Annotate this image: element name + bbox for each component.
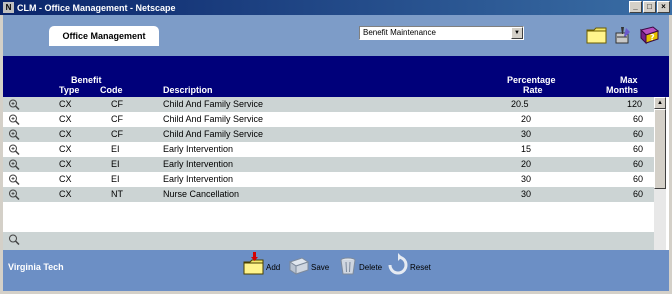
cell-months: 60 xyxy=(633,174,644,184)
col-code: Code xyxy=(100,85,123,95)
cell-type: CX xyxy=(59,129,72,139)
tab-office-management[interactable]: Office Management xyxy=(49,26,159,46)
cell-months: 120 xyxy=(627,99,643,109)
cell-code: EI xyxy=(111,174,120,184)
tools-icon[interactable] xyxy=(612,25,634,45)
col-benefit-group: Benefit xyxy=(71,75,102,85)
table-row[interactable]: CX CF Child And Family Service 30 60 xyxy=(3,127,654,142)
cell-type: CX xyxy=(59,189,72,199)
cell-code: CF xyxy=(111,114,123,124)
cell-code: CF xyxy=(111,99,123,109)
cell-description: Early Intervention xyxy=(163,159,234,169)
cell-code: EI xyxy=(111,144,120,154)
reset-icon xyxy=(388,253,408,275)
cell-rate: 20.5 xyxy=(511,99,529,109)
table-row[interactable]: CX EI Early Intervention 20 60 xyxy=(3,157,654,172)
col-rate: Rate xyxy=(523,85,543,95)
folder-icon[interactable] xyxy=(586,25,608,45)
add-button[interactable]: Add xyxy=(243,252,280,276)
cell-code: EI xyxy=(111,159,120,169)
magnifier-icon[interactable] xyxy=(8,174,20,185)
cell-description: Early Intervention xyxy=(163,144,234,154)
minimize-button[interactable]: _ xyxy=(629,1,642,13)
table-row[interactable]: CX EI Early Intervention 15 60 xyxy=(3,142,654,157)
page-footer: Virginia Tech Add Save Delete Reset xyxy=(3,250,669,291)
save-icon xyxy=(288,257,310,275)
magnifier-icon[interactable] xyxy=(8,159,20,170)
window-titlebar: N CLM - Office Management - Netscape _ □… xyxy=(0,0,672,15)
close-button[interactable]: × xyxy=(657,1,670,13)
cell-description: Child And Family Service xyxy=(163,129,264,139)
cell-rate: 30 xyxy=(521,174,532,184)
magnifier-icon[interactable] xyxy=(8,189,20,200)
cell-description: Child And Family Service xyxy=(163,99,264,109)
svg-text:?: ? xyxy=(650,33,655,42)
table-row[interactable]: CX EI Early Intervention 30 60 xyxy=(3,172,654,187)
cell-type: CX xyxy=(59,159,72,169)
table-row[interactable]: CX CF Child And Family Service 20 60 xyxy=(3,112,654,127)
delete-button[interactable]: Delete xyxy=(338,252,382,276)
scroll-thumb[interactable] xyxy=(654,109,666,189)
cell-months: 60 xyxy=(633,114,644,124)
organization-label: Virginia Tech xyxy=(8,262,64,272)
trash-icon xyxy=(340,257,356,275)
header-band xyxy=(3,56,669,73)
cell-type: CX xyxy=(59,99,72,109)
cell-rate: 30 xyxy=(521,129,532,139)
col-type: Type xyxy=(59,85,80,95)
module-select-value: Benefit Maintenance xyxy=(363,28,436,37)
save-label: Save xyxy=(311,263,330,272)
col-percentage: Percentage xyxy=(507,75,556,85)
magnifier-icon[interactable] xyxy=(8,234,20,245)
cell-type: CX xyxy=(59,144,72,154)
add-label: Add xyxy=(266,263,281,272)
cell-months: 60 xyxy=(633,189,644,199)
cell-rate: 20 xyxy=(521,159,532,169)
col-months: Months xyxy=(606,85,638,95)
add-folder-icon xyxy=(243,252,264,275)
cell-months: 60 xyxy=(633,159,644,169)
table-row-partial xyxy=(3,232,654,250)
reset-button[interactable]: Reset xyxy=(387,252,431,276)
netscape-icon: N xyxy=(3,2,14,13)
magnifier-icon[interactable] xyxy=(8,99,20,110)
cell-description: Nurse Cancellation xyxy=(163,189,240,199)
cell-rate: 20 xyxy=(521,114,532,124)
table-header: Benefit Type Code Description Percentage… xyxy=(3,73,669,97)
col-max: Max xyxy=(620,75,638,85)
cell-type: CX xyxy=(59,114,72,124)
save-button[interactable]: Save xyxy=(288,252,329,276)
col-description: Description xyxy=(163,85,213,95)
cell-rate: 15 xyxy=(521,144,532,154)
cell-description: Early Intervention xyxy=(163,174,234,184)
benefit-table: CX CF Child And Family Service 20.5 120 … xyxy=(3,97,654,210)
table-row[interactable]: CX NT Nurse Cancellation 30 60 xyxy=(3,187,654,202)
reset-label: Reset xyxy=(410,263,431,272)
cell-type: CX xyxy=(59,174,72,184)
cell-description: Child And Family Service xyxy=(163,114,264,124)
obscured-area xyxy=(3,202,654,232)
table-row[interactable]: CX CF Child And Family Service 20.5 120 xyxy=(3,97,654,112)
delete-label: Delete xyxy=(359,263,383,272)
cell-code: NT xyxy=(111,189,123,199)
scroll-up-icon[interactable]: ▲ xyxy=(654,97,666,109)
cell-months: 60 xyxy=(633,144,644,154)
cell-months: 60 xyxy=(633,129,644,139)
page-header: Office Management Benefit Maintenance ▼ … xyxy=(3,15,669,56)
magnifier-icon[interactable] xyxy=(8,144,20,155)
help-book-icon[interactable]: ? xyxy=(638,25,660,45)
window-controls: _ □ × xyxy=(629,1,670,13)
chevron-down-icon[interactable]: ▼ xyxy=(511,27,523,39)
window-title: CLM - Office Management - Netscape xyxy=(17,2,176,13)
module-select[interactable]: Benefit Maintenance ▼ xyxy=(359,26,524,40)
magnifier-icon[interactable] xyxy=(8,114,20,125)
maximize-button[interactable]: □ xyxy=(643,1,656,13)
cell-rate: 30 xyxy=(521,189,532,199)
cell-code: CF xyxy=(111,129,123,139)
magnifier-icon[interactable] xyxy=(8,129,20,140)
